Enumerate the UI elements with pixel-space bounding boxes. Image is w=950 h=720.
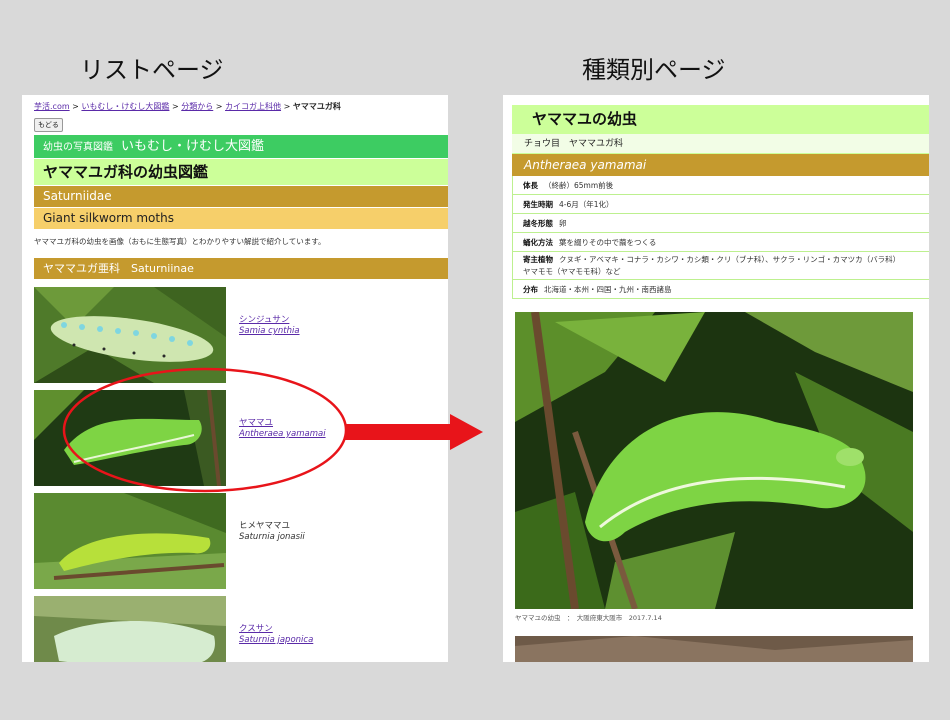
species-name-himeyamamayu: ヒメヤママユ Saturnia jonasii: [239, 521, 305, 543]
species-order: チョウ目 ヤママユガ科: [512, 134, 929, 154]
breadcrumb-superfamily[interactable]: カイコガ上科他: [225, 102, 281, 111]
info-value-line2: ヤマモモ（ヤマモモ科）など: [523, 267, 621, 276]
info-label: 分布: [523, 285, 538, 294]
breadcrumb-zukan[interactable]: いもむし・けむし大図鑑: [81, 102, 169, 111]
subfamily-header: ヤママユガ亜科 Saturniinae: [34, 258, 448, 279]
species-latin-name[interactable]: Saturnia japonica: [239, 635, 313, 646]
next-photo-preview: [515, 636, 913, 662]
info-label: 体長: [523, 181, 538, 190]
species-jp-name[interactable]: シンジュサン: [239, 315, 300, 326]
species-latin-name: Saturnia jonasii: [239, 532, 305, 542]
info-row-pupation: 蛹化方法 葉を綴りその中で繭をつくる: [512, 233, 929, 252]
info-row-host-plants: 寄主植物 クヌギ・アベマキ・コナラ・カシワ・カシ類・クリ（ブナ科）、サクラ・リンゴ…: [512, 252, 929, 280]
info-label: 発生時期: [523, 200, 553, 209]
arrow-icon: [345, 414, 483, 450]
zukan-banner[interactable]: 幼虫の写真図鑑 いもむし・けむし大図鑑: [34, 135, 448, 158]
info-value: 4-6月（年1化）: [559, 200, 614, 209]
info-row-distribution: 分布 北海道・本州・四国・九州・南西諸島: [512, 280, 929, 299]
species-latin-name[interactable]: Samia cynthia: [239, 326, 300, 337]
info-value: 葉を綴りその中で繭をつくる: [559, 238, 657, 247]
page-title: ヤママユガ科の幼虫図鑑: [34, 159, 448, 185]
species-thumbnail-kususan[interactable]: [34, 596, 226, 662]
latin-family: Saturniidae: [34, 186, 448, 207]
species-title: ヤママユの幼虫: [512, 105, 929, 134]
info-value: （終齢）65mm前後: [544, 181, 614, 190]
breadcrumb-home[interactable]: 芋活.com: [34, 102, 70, 111]
info-label: 寄主植物: [523, 255, 553, 264]
breadcrumb-classification[interactable]: 分類から: [181, 102, 213, 111]
info-value: 北海道・本州・四国・九州・南西諸島: [544, 285, 672, 294]
info-value: 卵: [559, 219, 567, 228]
species-latin: Antheraea yamamai: [512, 154, 929, 176]
info-value: クヌギ・アベマキ・コナラ・カシワ・カシ類・クリ（ブナ科）、サクラ・リンゴ・カマツ…: [559, 255, 901, 264]
caterpillar-photo: [515, 312, 913, 609]
species-jp-name: ヒメヤママユ: [239, 521, 291, 531]
info-row-overwinter: 越冬形態卵: [512, 214, 929, 233]
breadcrumb: 芋活.com > いもむし・けむし大図鑑 > 分類から > カイコガ上科他 > …: [34, 102, 341, 111]
species-page-screenshot: ヤママユの幼虫 チョウ目 ヤママユガ科 Antheraea yamamai 体長…: [503, 95, 929, 662]
list-page-heading: リストページ: [80, 56, 224, 84]
photo-caption: ヤママユの幼虫 ： 大阪府東大阪市 2017.7.14: [515, 614, 662, 622]
zukan-prefix: 幼虫の写真図鑑: [43, 142, 113, 153]
species-link-kususan[interactable]: クスサン Saturnia japonica: [239, 624, 313, 646]
species-thumbnail-himeyamamayu: [34, 493, 226, 589]
back-button[interactable]: もどる: [34, 118, 63, 132]
info-row-body-length: 体長 （終齢）65mm前後: [512, 176, 929, 195]
highlight-ellipse: [62, 367, 348, 493]
intro-text: ヤママユガ科の幼虫を画像（おもに生態写真）とわかりやすい解説で紹介しています。: [34, 237, 326, 246]
info-label: 蛹化方法: [523, 238, 553, 247]
info-row-season: 発生時期 4-6月（年1化）: [512, 195, 929, 214]
species-page-heading: 種類別ページ: [582, 56, 726, 84]
species-link-shinjusan[interactable]: シンジュサン Samia cynthia: [239, 315, 300, 337]
zukan-name: いもむし・けむし大図鑑: [121, 139, 265, 154]
english-family: Giant silkworm moths: [34, 208, 448, 229]
species-jp-name[interactable]: クスサン: [239, 624, 313, 635]
breadcrumb-current: ヤママユガ科: [292, 102, 341, 111]
info-label: 越冬形態: [523, 219, 553, 228]
